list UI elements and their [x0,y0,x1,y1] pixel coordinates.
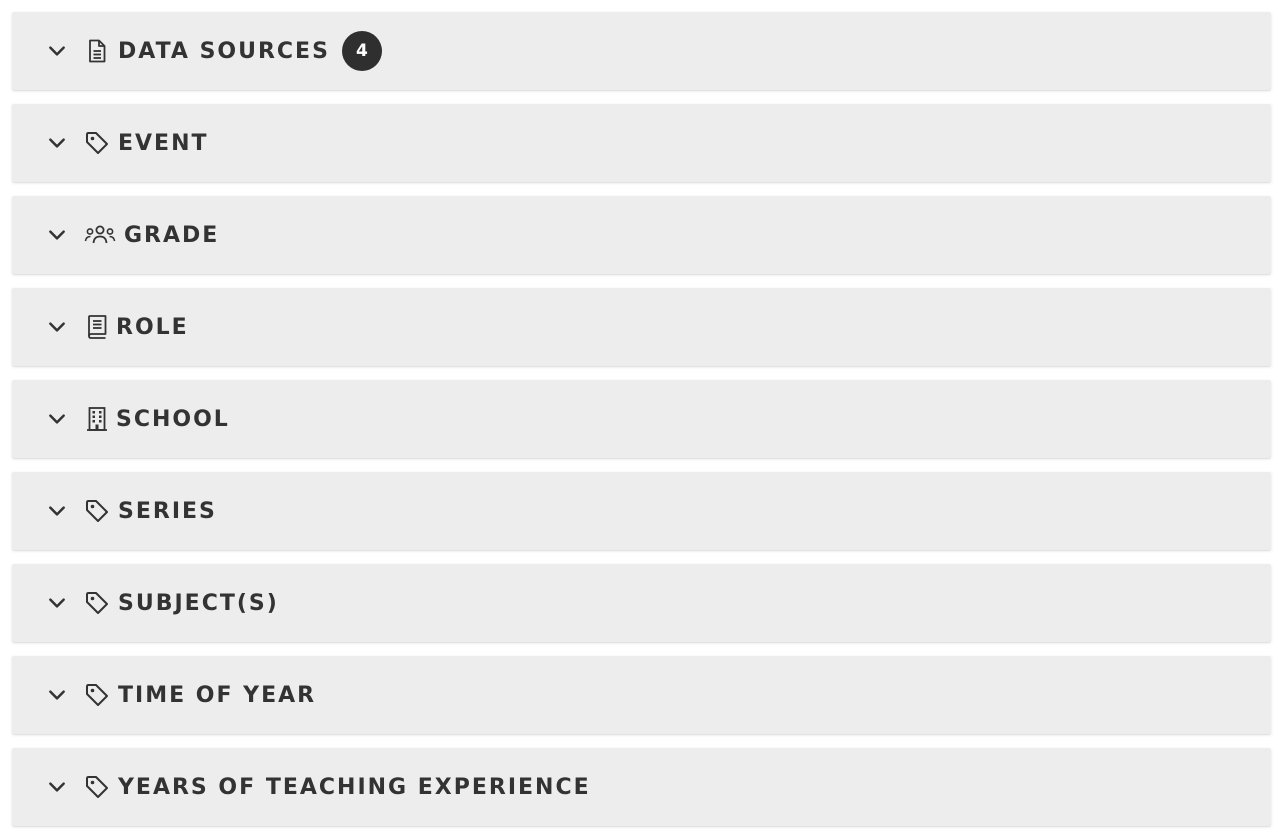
chevron-down-icon[interactable] [46,132,68,154]
count-badge: 4 [341,31,382,71]
filter-label: SERIES [118,498,217,524]
chevron-down-icon[interactable] [46,40,68,62]
filter-label: TIME OF YEAR [118,682,317,708]
filter-label: GRADE [124,222,220,248]
filter-grade[interactable]: GRADE [12,196,1271,274]
filter-series[interactable]: SERIES [12,472,1271,550]
chevron-down-icon[interactable] [46,316,68,338]
filter-label: SUBJECT(S) [118,590,279,616]
filter-event[interactable]: EVENT [12,104,1271,182]
filter-school[interactable]: SCHOOL [12,380,1271,458]
filter-subjects[interactable]: SUBJECT(S) [12,564,1271,642]
filter-accordion-list: DATA SOURCES 4 EVENT GRADE ROLE SCHOOL S… [12,12,1271,840]
users-icon [84,222,116,248]
document-icon [84,38,110,64]
tag-icon [84,682,110,708]
filter-label: YEARS OF TEACHING EXPERIENCE [118,774,591,800]
tag-icon [84,498,110,524]
chevron-down-icon[interactable] [46,684,68,706]
chevron-down-icon[interactable] [46,592,68,614]
book-icon [84,314,110,340]
filter-years-of-teaching-experience[interactable]: YEARS OF TEACHING EXPERIENCE [12,748,1271,826]
tag-icon [84,130,110,156]
filter-label: SCHOOL [116,406,230,432]
filter-label: EVENT [118,130,209,156]
filter-label: DATA SOURCES [118,38,330,64]
building-icon [84,406,110,432]
filter-role[interactable]: ROLE [12,288,1271,366]
filter-time-of-year[interactable]: TIME OF YEAR [12,656,1271,734]
tag-icon [84,774,110,800]
chevron-down-icon[interactable] [46,500,68,522]
chevron-down-icon[interactable] [46,776,68,798]
filter-data-sources[interactable]: DATA SOURCES 4 [12,12,1271,90]
tag-icon [84,590,110,616]
chevron-down-icon[interactable] [46,224,68,246]
filter-label: ROLE [116,314,189,340]
chevron-down-icon[interactable] [46,408,68,430]
